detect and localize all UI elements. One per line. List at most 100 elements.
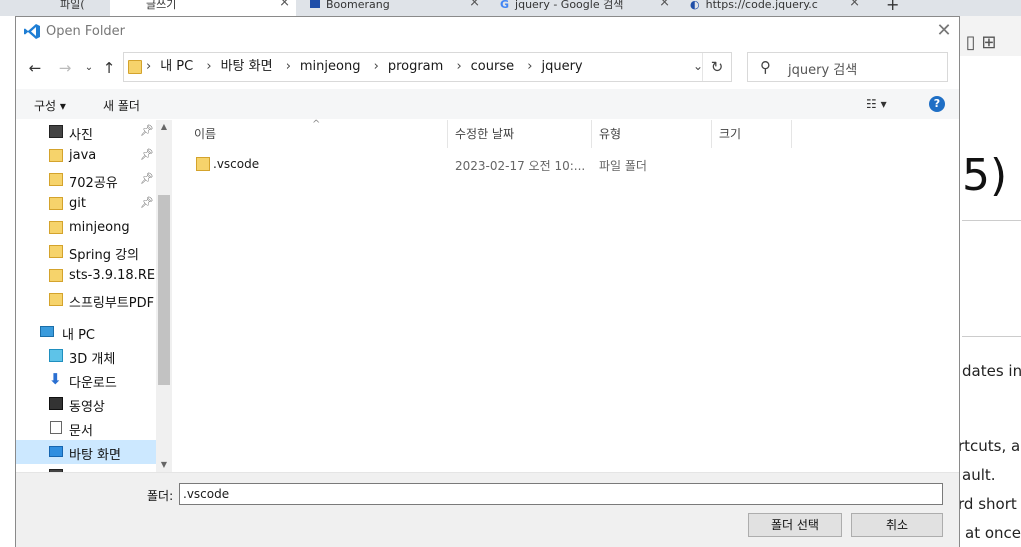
documents-icon (50, 421, 62, 434)
computer-icon (40, 326, 54, 337)
column-header-size[interactable]: 크기 (712, 120, 792, 148)
sidebar-item-label: 바탕 화면 (69, 448, 121, 463)
tab-close-icon[interactable]: × (659, 0, 670, 9)
sidebar-item-java[interactable]: java 📌︎ (16, 144, 172, 168)
search-icon: ⚲ (760, 58, 771, 76)
sidebar-item-label: 문서 (69, 424, 93, 439)
sidebar-item-702share[interactable]: 702공유 📌︎ (16, 168, 172, 192)
sidebar-item-sts[interactable]: sts-3.9.18.RELE (16, 264, 172, 288)
new-folder-button[interactable]: 새 폴더 (103, 97, 140, 114)
divider (962, 220, 1021, 221)
forward-arrow-icon[interactable]: → (56, 59, 74, 77)
sidebar-item-videos[interactable]: 동영상 (16, 392, 172, 416)
sidebar-item-downloads[interactable]: ⬇ 다운로드 (16, 368, 172, 392)
sidebar-item-this-pc[interactable]: 내 PC (16, 320, 172, 344)
browser-toolbar: ▯ ⊞ (960, 16, 1021, 56)
new-tab-button[interactable]: + (886, 0, 906, 16)
breadcrumb-item[interactable]: 바탕 화면 (221, 59, 273, 74)
pin-icon[interactable]: 📌︎ (140, 172, 154, 185)
scroll-down-arrow-icon[interactable]: ▼ (156, 458, 172, 472)
recent-locations-chevron-icon[interactable]: ⌄ (80, 59, 98, 77)
page-icon: ◐ (690, 0, 700, 11)
pin-icon[interactable]: 📌︎ (140, 124, 154, 137)
folder-name-field[interactable]: .vscode (179, 483, 943, 505)
breadcrumb-item[interactable]: course (471, 59, 514, 74)
sidebar-item-label: minjeong (69, 220, 130, 235)
sidebar-item-label: java (69, 148, 97, 163)
folder-icon (196, 157, 210, 171)
tab-close-icon[interactable]: × (279, 0, 290, 9)
breadcrumb-chevron-icon: › (527, 59, 533, 74)
close-icon[interactable]: ✕ (929, 17, 959, 47)
up-arrow-icon[interactable]: ↑ (100, 59, 118, 77)
sidebar-item-label: 사진 (69, 128, 93, 143)
breadcrumb-item[interactable]: jquery (541, 59, 582, 74)
sidebar-item-git[interactable]: git 📌︎ (16, 192, 172, 216)
page-text: rd short (958, 495, 1017, 513)
select-folder-button[interactable]: 폴더 선택 (748, 513, 842, 537)
breadcrumb-item[interactable]: program (388, 59, 444, 74)
breadcrumb-item[interactable]: 내 PC (160, 59, 193, 74)
pin-icon[interactable]: 📌︎ (140, 148, 154, 161)
folder-label: 폴더: (147, 489, 174, 503)
help-icon[interactable]: ? (929, 96, 945, 112)
divider (962, 336, 1021, 337)
sidebar-item-spring[interactable]: Spring 강의 (16, 240, 172, 264)
search-box[interactable]: ⚲ jquery 검색 (747, 52, 948, 82)
boomerang-icon (310, 0, 320, 8)
sidebar-item-label: Spring 강의 (69, 248, 140, 263)
browser-tab-write[interactable]: 글쓰기 × (110, 0, 296, 16)
file-name: .vscode (213, 157, 260, 171)
sidebar-item-springboot-pdf[interactable]: 스프링부트PDF (16, 288, 172, 312)
search-input[interactable]: jquery 검색 (788, 59, 857, 78)
cancel-button[interactable]: 취소 (851, 513, 943, 537)
pin-icon[interactable]: 📌︎ (140, 196, 154, 209)
sidebar-item-pictures-2[interactable]: 사진 (16, 464, 172, 472)
sidebar-item-label: 내 PC (62, 328, 96, 343)
column-header-type[interactable]: 유형 (592, 120, 712, 148)
google-icon: G (500, 0, 510, 11)
list-item[interactable]: .vscode 2023-02-17 오전 10:... 파일 폴더 (190, 154, 647, 176)
scrollbar-thumb[interactable] (158, 195, 170, 385)
column-header-name[interactable]: ^ 이름 (173, 119, 448, 148)
browser-tab-google[interactable]: Gjquery - Google 검색 × (488, 0, 676, 16)
refresh-icon[interactable]: ↻ (702, 53, 731, 81)
sidebar-item-documents[interactable]: 문서 (16, 416, 172, 440)
page-text: ault. (962, 466, 996, 484)
3d-objects-icon (49, 349, 63, 362)
page-heading-fragment: 5) (962, 150, 1008, 201)
sidebar-item-3d-objects[interactable]: 3D 개체 (16, 344, 172, 368)
sidebar-item-pictures[interactable]: 사진 📌︎ (16, 120, 172, 144)
back-arrow-icon[interactable]: ← (26, 59, 44, 77)
folder-icon (49, 269, 63, 282)
sidebar-item-minjeong[interactable]: minjeong (16, 216, 172, 240)
column-header-modified[interactable]: 수정한 날짜 (448, 120, 592, 148)
browser-tab-bar: 파일(F 글쓰기 × Boomerang × Gjquery - Google … (0, 0, 1021, 16)
tab-label: https://code.jquery.c (705, 0, 818, 11)
browser-menu-file[interactable]: 파일(F (60, 0, 84, 16)
breadcrumb: › 내 PC › 바탕 화면 › minjeong › program › course … (146, 53, 583, 81)
sidebar-item-desktop[interactable]: 바탕 화면 (16, 440, 172, 464)
split-view-icon[interactable]: ▯ ⊞ (960, 32, 1021, 53)
folder-icon (49, 245, 63, 258)
title-bar: Open Folder ✕ (16, 17, 959, 47)
dialog-title: Open Folder (46, 24, 126, 39)
breadcrumb-item[interactable]: minjeong (300, 59, 361, 74)
command-bar: 구성 ▾ 새 폴더 ☷ ▾ ? (16, 89, 959, 119)
browser-tab-boomerang[interactable]: Boomerang × (298, 0, 486, 16)
organize-button[interactable]: 구성 ▾ (34, 97, 66, 114)
browser-tab-jquery[interactable]: ◐ https://code.jquery.c × (678, 0, 866, 16)
dialog-footer: 폴더: .vscode 폴더 선택 취소 (16, 473, 959, 547)
folder-icon (49, 293, 63, 306)
tab-close-icon[interactable]: × (469, 0, 480, 9)
folder-icon (128, 60, 142, 74)
pictures-icon (49, 125, 63, 138)
breadcrumb-chevron-icon: › (373, 59, 379, 74)
desktop-icon (49, 446, 63, 457)
tab-close-icon[interactable]: × (849, 0, 860, 9)
scroll-up-arrow-icon[interactable]: ▲ (156, 120, 172, 134)
navigation-pane: 사진 📌︎ java 📌︎ 702공유 📌︎ git 📌︎ minjeong S… (16, 120, 172, 472)
address-bar[interactable]: › 내 PC › 바탕 화면 › minjeong › program › course … (123, 52, 732, 82)
tab-label: jquery - Google 검색 (515, 0, 624, 11)
view-options-icon[interactable]: ☷ ▾ (866, 97, 887, 111)
